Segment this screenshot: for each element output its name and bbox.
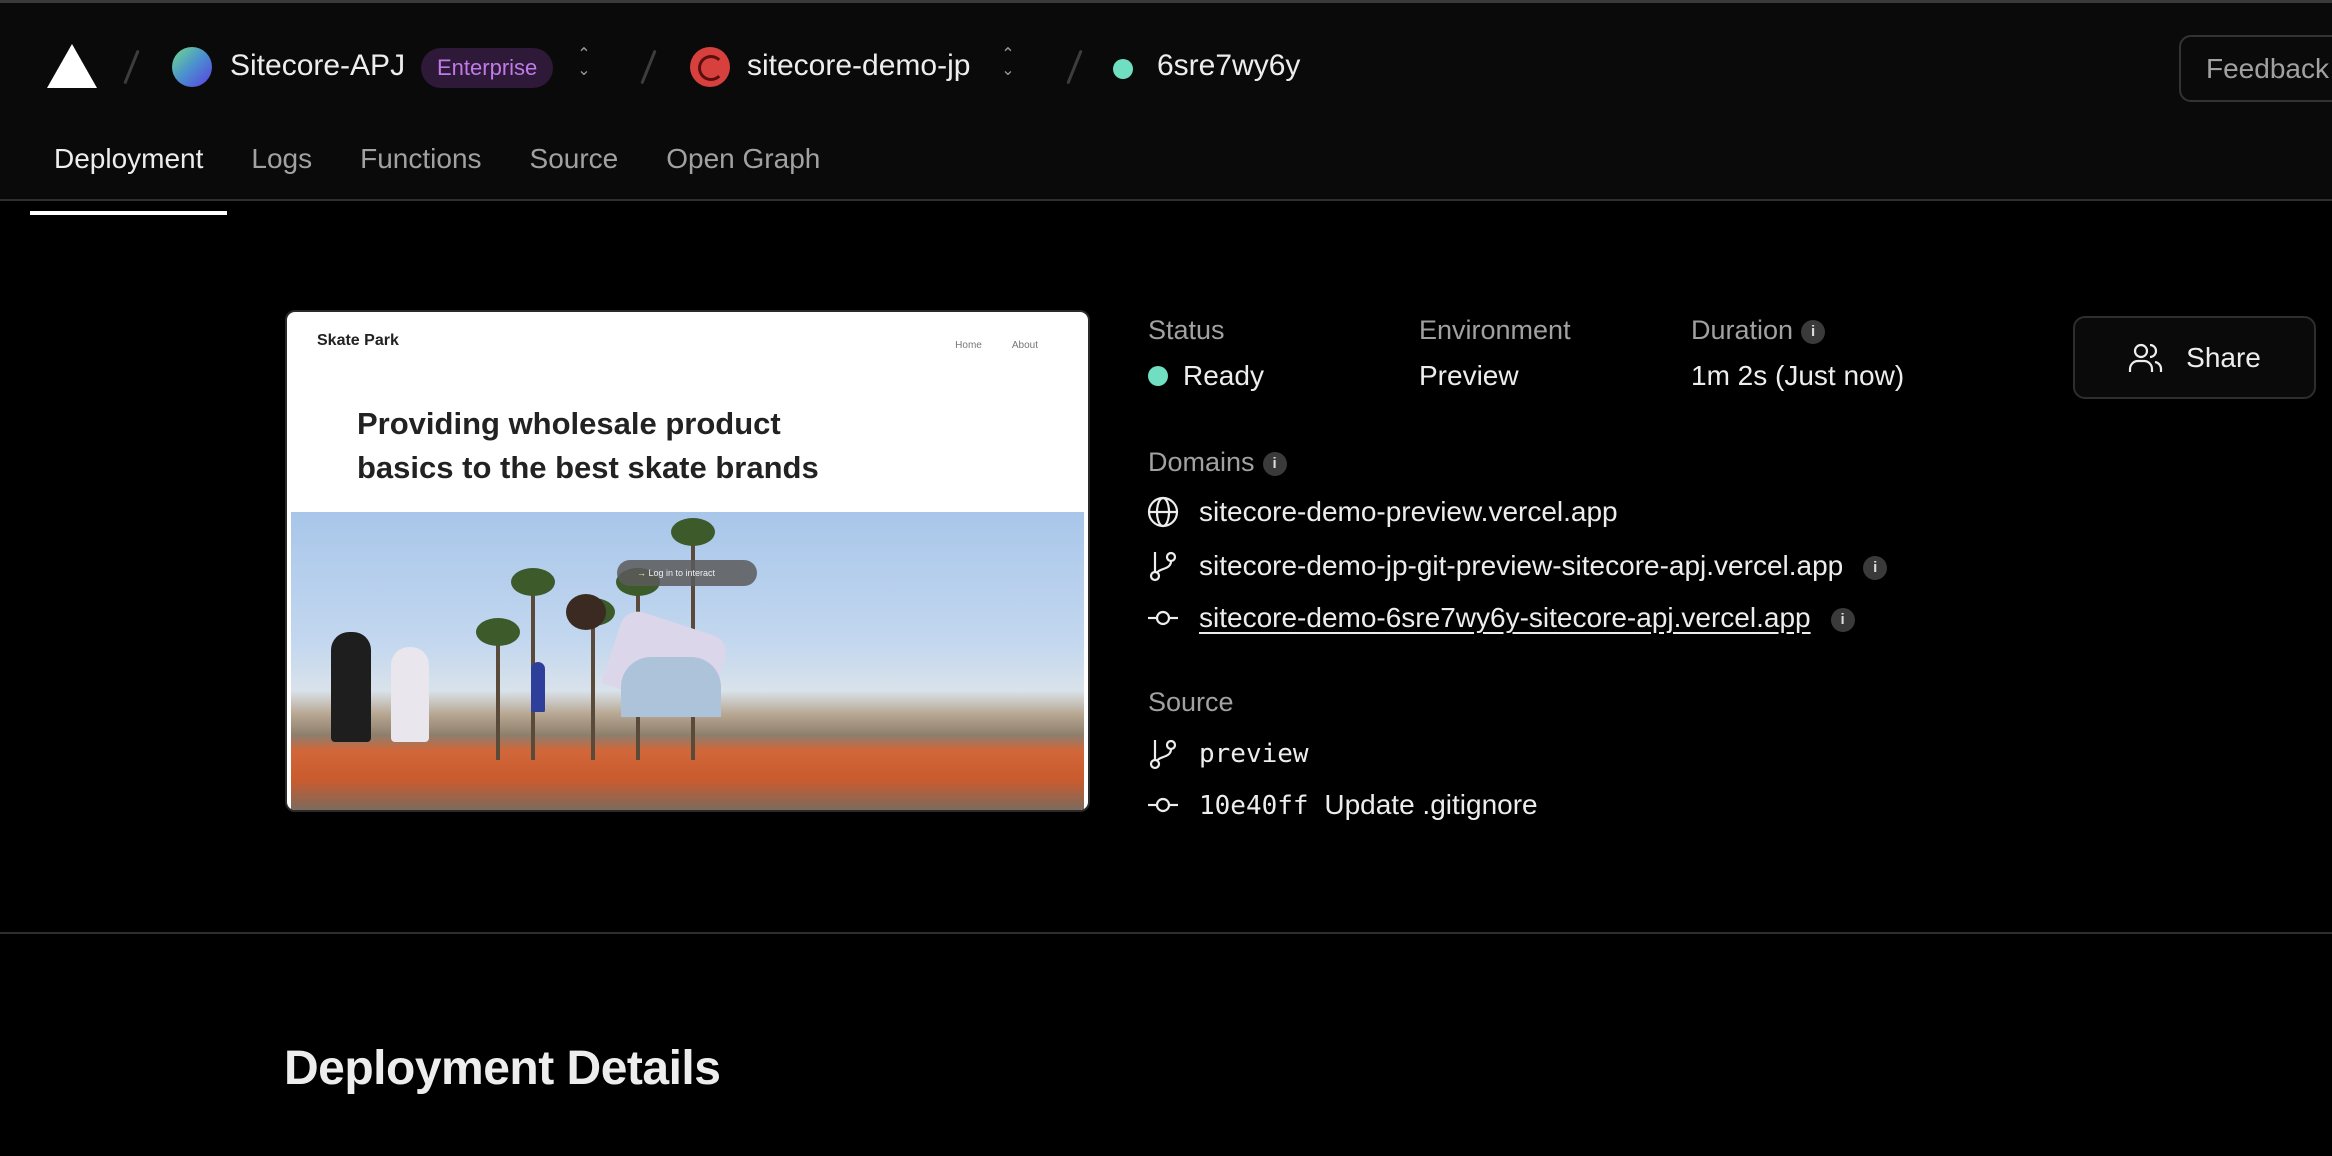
status-label: Status bbox=[1148, 315, 1225, 345]
git-commit-icon bbox=[1146, 788, 1180, 822]
tab-functions[interactable]: Functions bbox=[336, 129, 505, 203]
deployment-status-dot-icon bbox=[1113, 59, 1133, 79]
domains-label: Domains i bbox=[1148, 446, 1287, 478]
deployment-preview-thumbnail[interactable]: Skate Park Home About Providing wholesal… bbox=[285, 310, 1090, 812]
tab-deployment[interactable]: Deployment bbox=[30, 129, 228, 215]
preview-site-nav: Home About bbox=[955, 340, 1038, 351]
domain-link-branch[interactable]: sitecore-demo-jp-git-preview-sitecore-ap… bbox=[1199, 549, 1888, 583]
domain-link-deployment[interactable]: sitecore-demo-6sre7wy6y-sitecore-apj.ver… bbox=[1199, 601, 1855, 635]
breadcrumb-separator-icon bbox=[123, 49, 140, 85]
breadcrumb-separator-icon bbox=[640, 49, 657, 85]
deployment-id[interactable]: 6sre7wy6y bbox=[1157, 48, 1300, 84]
palm-tree-shape bbox=[571, 598, 615, 760]
commit-message[interactable]: Update .gitignore bbox=[1324, 789, 1537, 820]
source-label: Source bbox=[1148, 687, 1234, 717]
domain-deployment-info-icon[interactable]: i bbox=[1830, 607, 1855, 632]
git-branch-icon bbox=[1146, 737, 1180, 771]
users-icon bbox=[2129, 343, 2163, 372]
duration-info-icon[interactable]: i bbox=[1801, 319, 1826, 344]
commit-sha[interactable]: 10e40ff bbox=[1199, 791, 1309, 821]
domains-label-text: Domains bbox=[1148, 447, 1255, 477]
feedback-button[interactable]: Feedback bbox=[2179, 35, 2332, 102]
domain-deployment-url[interactable]: sitecore-demo-6sre7wy6y-sitecore-apj.ver… bbox=[1199, 602, 1811, 633]
git-commit-icon bbox=[1146, 601, 1180, 635]
team-avatar[interactable] bbox=[172, 47, 212, 87]
plan-badge: Enterprise bbox=[421, 48, 554, 88]
skater-jeans-shape bbox=[621, 657, 721, 717]
status-ready-dot-icon bbox=[1148, 366, 1168, 386]
vercel-logo-icon[interactable] bbox=[47, 44, 97, 88]
environment-value: Preview bbox=[1419, 360, 1519, 391]
person-shape bbox=[391, 647, 429, 742]
top-header: Sitecore-APJ Enterprise ⌃ ⌄ sitecore-demo… bbox=[0, 3, 2332, 215]
domain-branch-info-icon[interactable]: i bbox=[1863, 555, 1888, 580]
domain-link-primary[interactable]: sitecore-demo-preview.vercel.app bbox=[1199, 495, 1618, 529]
environment-label: Environment bbox=[1419, 315, 1571, 345]
breadcrumb-separator-icon bbox=[1066, 49, 1083, 85]
source-commit[interactable]: 10e40ff Update .gitignore bbox=[1199, 788, 1538, 823]
person-shape bbox=[531, 662, 545, 712]
git-branch-icon bbox=[1146, 549, 1180, 583]
preview-site-brand: Skate Park bbox=[317, 332, 399, 349]
preview-nav-home: Home bbox=[955, 340, 982, 351]
duration-label: Duration i bbox=[1691, 314, 1826, 346]
project-name-link[interactable]: sitecore-demo-jp bbox=[747, 48, 970, 84]
deployment-tabs: Deployment Logs Functions Source Open Gr… bbox=[30, 129, 844, 215]
project-switcher-chevron-icon[interactable]: ⌃ ⌄ bbox=[997, 47, 1019, 87]
breadcrumb: Sitecore-APJ Enterprise ⌃ ⌄ sitecore-demo… bbox=[0, 3, 2332, 129]
team-switcher-chevron-icon[interactable]: ⌃ ⌄ bbox=[573, 47, 595, 87]
preview-hero-photo bbox=[291, 512, 1084, 810]
source-branch-link[interactable]: preview bbox=[1199, 737, 1309, 771]
section-divider bbox=[0, 932, 2332, 934]
preview-nav-about: About bbox=[1011, 340, 1038, 351]
login-label: Log in to interact bbox=[648, 568, 716, 578]
tab-logs[interactable]: Logs bbox=[227, 129, 336, 203]
login-arrow-icon: → bbox=[637, 568, 646, 578]
status-value: Ready bbox=[1183, 360, 1264, 391]
share-label: Share bbox=[2186, 341, 2261, 373]
login-to-interact-overlay[interactable]: → Log in to interact bbox=[617, 560, 757, 586]
domain-branch-text[interactable]: sitecore-demo-jp-git-preview-sitecore-ap… bbox=[1199, 550, 1843, 581]
deployment-details-heading: Deployment Details bbox=[284, 1042, 721, 1095]
share-button[interactable]: Share bbox=[2073, 316, 2316, 399]
preview-hero-heading: Providing wholesale product basics to th… bbox=[357, 406, 819, 485]
globe-icon bbox=[1146, 495, 1180, 529]
tab-source[interactable]: Source bbox=[506, 129, 643, 203]
sitecore-project-icon bbox=[690, 47, 730, 87]
duration-value: 1m 2s (Just now) bbox=[1691, 360, 1905, 391]
skater-head-shape bbox=[566, 594, 606, 630]
team-name-link[interactable]: Sitecore-APJ bbox=[230, 48, 405, 84]
person-shape bbox=[331, 632, 371, 742]
tab-open-graph[interactable]: Open Graph bbox=[642, 129, 844, 203]
palm-tree-shape bbox=[476, 618, 520, 760]
duration-label-text: Duration bbox=[1691, 315, 1794, 345]
domains-info-icon[interactable]: i bbox=[1262, 451, 1287, 476]
